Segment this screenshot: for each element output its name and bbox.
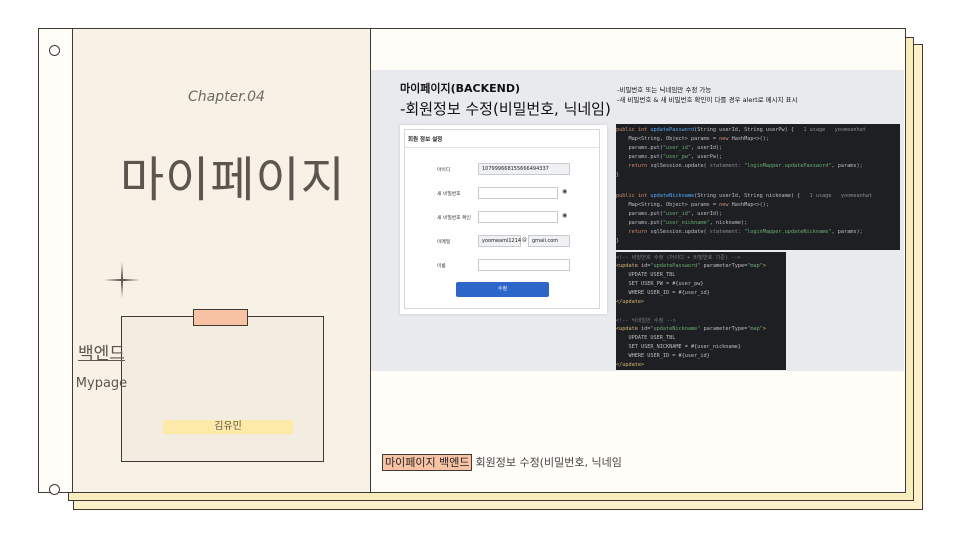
- form-header: 회원 정보 설정: [408, 137, 443, 143]
- code-line: </update>: [616, 362, 645, 368]
- xml-code-panel: <!-- 비밀번호 수정 (아이디 + 비밀번호 기준) --> <update…: [616, 252, 786, 370]
- code-line: SET USER_NICKNAME = #{user_nickname}: [616, 344, 741, 350]
- code-line: public int updatePassword(String userId,…: [616, 127, 866, 133]
- email-id-field[interactable]: yoomeami1214: [478, 235, 521, 247]
- name-field[interactable]: [478, 259, 570, 271]
- footer-highlight: 마이페이지 백엔드: [382, 454, 473, 471]
- email-label: 이메일: [437, 240, 451, 245]
- code-line: <!-- 비밀번호 수정 (아이디 + 비밀번호 기준) -->: [616, 255, 741, 261]
- card-title: 백엔드: [78, 344, 125, 364]
- new-password-label: 새 비밀번호: [437, 192, 461, 197]
- confirm-password-field[interactable]: [478, 211, 558, 223]
- code-line: Map<String, Object> params = new HashMap…: [616, 136, 770, 142]
- email-domain-field[interactable]: gmail.com: [528, 235, 570, 247]
- page-title: 마이페이지: [120, 152, 346, 208]
- id-field: 107999668155666494337: [478, 163, 570, 175]
- eye-icon[interactable]: ◉: [562, 188, 567, 195]
- chapter-label: Chapter.04: [188, 89, 265, 105]
- new-password-field[interactable]: [478, 187, 558, 199]
- form-divider: [404, 147, 600, 148]
- tape-decoration: [193, 309, 248, 326]
- name-label: 이름: [437, 264, 446, 269]
- code-line: <update id="updatePassword" parameterTyp…: [616, 263, 766, 269]
- code-line: params.put("user_pw", userPw);: [616, 154, 723, 160]
- code-line: UPDATE USER_TBL: [616, 272, 676, 278]
- feature-notes: -비밀번호 또는 닉네임만 수정 가능 -새 비밀번호 & 새 비밀번호 확인이…: [617, 86, 798, 105]
- email-at: @: [522, 238, 527, 243]
- code-line: <!-- 닉네임만 수정 -->: [616, 318, 676, 324]
- author-name: 김유민: [163, 420, 293, 434]
- id-label: 아이디: [437, 168, 451, 173]
- binder-hole-bottom: [49, 484, 60, 495]
- java-code-panel: public int updatePassword(String userId,…: [616, 124, 900, 250]
- code-line: }: [616, 238, 620, 244]
- note-line: -새 비밀번호 & 새 비밀번호 확인이 다를 경우 alert로 메시지 표시: [617, 95, 798, 104]
- code-line: <update id="updateNickname" parameterTyp…: [616, 326, 766, 332]
- footer-text: 회원정보 수정(비밀번호, 닉네임: [475, 456, 622, 469]
- code-line: return sqlSession.update( statement: "lo…: [616, 229, 863, 235]
- note-line: -비밀번호 또는 닉네임만 수정 가능: [617, 86, 712, 94]
- code-line: public int updateNickname(String userId,…: [616, 193, 873, 199]
- confirm-password-label: 새 비밀번호 확인: [437, 216, 471, 221]
- code-line: params.put("user_nickname", nickname);: [616, 220, 748, 226]
- code-line: Map<String, Object> params = new HashMap…: [616, 202, 770, 208]
- binding-line: [72, 28, 73, 493]
- section-heading: 마이페이지(BACKEND): [400, 82, 520, 95]
- code-line: return sqlSession.update( statement: "lo…: [616, 163, 863, 169]
- section-subheading: -회원정보 수정(비밀번호, 닉네임): [400, 100, 611, 118]
- code-line: WHERE USER_ID = #{user_id}: [616, 353, 710, 359]
- code-line: WHERE USER_ID = #{user_id}: [616, 290, 710, 296]
- code-line: </update>: [616, 299, 645, 305]
- code-line: UPDATE USER_TBL: [616, 335, 676, 341]
- binder-hole-top: [49, 45, 60, 56]
- submit-button[interactable]: 수정: [456, 282, 549, 297]
- code-line: }: [616, 172, 620, 178]
- code-line: SET USER_PW = #{user_pw}: [616, 281, 704, 287]
- eye-icon[interactable]: ◉: [562, 212, 567, 219]
- footer-caption: 마이페이지 백엔드 회원정보 수정(비밀번호, 닉네임: [382, 454, 622, 471]
- card-subtitle: Mypage: [75, 376, 128, 391]
- sparkle-icon: [104, 262, 140, 298]
- code-line: params.put("user_id", userId);: [616, 211, 723, 217]
- code-line: params.put("user_id", userId);: [616, 145, 723, 151]
